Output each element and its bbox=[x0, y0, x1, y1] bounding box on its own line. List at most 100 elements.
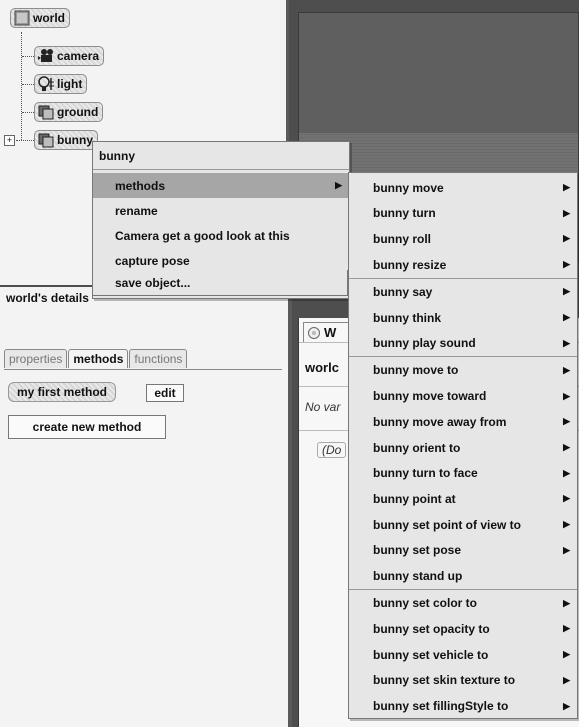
world-icon bbox=[13, 10, 31, 26]
submenu-arrow-icon: ▶ bbox=[563, 623, 570, 634]
submenu-item[interactable]: bunny roll ▶ bbox=[349, 226, 577, 251]
menu-item-label: rename bbox=[115, 203, 158, 218]
submenu-item[interactable]: bunny think ▶ bbox=[349, 305, 577, 330]
radio-icon bbox=[308, 326, 320, 339]
submenu-item[interactable]: bunny set point of view to ▶ bbox=[349, 512, 577, 537]
menu-item-camera-look[interactable]: Camera get a good look at this bbox=[93, 223, 349, 248]
submenu-item[interactable]: bunny resize ▶ bbox=[349, 252, 577, 277]
context-menu-tail: save object... bbox=[92, 270, 348, 296]
tree-connector bbox=[21, 32, 22, 140]
object-icon bbox=[37, 132, 55, 148]
submenu-item[interactable]: bunny set opacity to ▶ bbox=[349, 616, 577, 641]
submenu-arrow-icon: ▶ bbox=[563, 649, 570, 660]
tree-node-label: ground bbox=[57, 105, 99, 119]
submenu-item-label: bunny set pose bbox=[373, 543, 462, 558]
submenu-item[interactable]: bunny stand up bbox=[349, 564, 577, 589]
submenu-arrow-icon: ▶ bbox=[563, 390, 570, 401]
menu-item-label: methods bbox=[115, 178, 166, 193]
submenu-arrow-icon: ▶ bbox=[563, 442, 570, 452]
submenu-item-label: bunny resize bbox=[373, 257, 447, 272]
submenu-arrow-icon: ▶ bbox=[563, 259, 570, 270]
submenu-arrow-icon: ▶ bbox=[563, 286, 570, 297]
submenu-arrow-icon: ▶ bbox=[563, 233, 570, 244]
submenu-arrow-icon: ▶ bbox=[563, 312, 570, 322]
submenu-item[interactable]: bunny set color to ▶ bbox=[349, 591, 577, 616]
submenu-arrow-icon: ▶ bbox=[563, 493, 570, 504]
tree-node-world[interactable]: world bbox=[10, 8, 70, 28]
submenu-item-label: bunny set fillingStyle to bbox=[373, 699, 509, 713]
submenu-item[interactable]: bunny turn ▶ bbox=[349, 201, 577, 226]
editor-tab-label: W bbox=[324, 325, 337, 340]
submenu-arrow-icon: ▶ bbox=[563, 416, 570, 427]
submenu-arrow-icon: ▶ bbox=[563, 337, 570, 348]
details-tabs: properties methods functions bbox=[4, 349, 188, 368]
tree-node-label: light bbox=[57, 77, 83, 91]
submenu-arrow-icon: ▶ bbox=[563, 467, 570, 478]
submenu-item-label: bunny say bbox=[373, 284, 433, 299]
tab-methods[interactable]: methods bbox=[68, 349, 129, 368]
submenu-item-label: bunny set vehicle to bbox=[373, 647, 489, 662]
submenu-item[interactable]: bunny move to ▶ bbox=[349, 358, 577, 383]
edit-button[interactable]: edit bbox=[146, 384, 184, 402]
menu-item-label: save object... bbox=[115, 276, 191, 290]
tree-node-ground[interactable]: ground bbox=[34, 102, 104, 122]
submenu-item-label: bunny stand up bbox=[373, 569, 463, 583]
tree-node-label: camera bbox=[57, 49, 100, 63]
submenu-item-label: bunny orient to bbox=[373, 440, 461, 455]
object-icon bbox=[37, 104, 55, 120]
submenu-item-label: bunny move toward bbox=[373, 389, 487, 404]
submenu-arrow-icon: ▶ bbox=[563, 544, 570, 555]
submenu-arrow-icon: ▶ bbox=[563, 207, 570, 218]
submenu-arrow-icon: ▶ bbox=[335, 180, 342, 190]
submenu-item[interactable]: bunny move toward ▶ bbox=[349, 384, 577, 409]
submenu-item-label: bunny set skin texture to bbox=[373, 673, 516, 688]
submenu-item[interactable]: bunny set fillingStyle to ▶ bbox=[349, 694, 577, 719]
submenu-item-label: bunny roll bbox=[373, 231, 431, 246]
submenu-arrow-icon: ▶ bbox=[563, 700, 570, 711]
method-tile[interactable]: my first method bbox=[8, 382, 117, 402]
submenu-item-label: bunny think bbox=[373, 310, 441, 325]
tree-node-light[interactable]: light bbox=[34, 74, 88, 94]
tree-node-camera[interactable]: camera bbox=[34, 46, 105, 66]
menu-item-save-object[interactable]: save object... bbox=[93, 270, 347, 296]
details-title: world's details bbox=[6, 291, 89, 305]
submenu-item-label: bunny point at bbox=[373, 491, 456, 506]
menu-item-methods[interactable]: methods ▶ bbox=[93, 173, 349, 198]
submenu-item[interactable]: bunny point at ▶ bbox=[349, 486, 577, 511]
submenu-item[interactable]: bunny say ▶ bbox=[349, 279, 577, 304]
menu-item-rename[interactable]: rename bbox=[93, 198, 349, 223]
submenu-item[interactable]: bunny turn to face ▶ bbox=[349, 461, 577, 486]
do-in-order-block[interactable]: (Do bbox=[317, 442, 347, 458]
submenu-item-label: bunny move away from bbox=[373, 414, 507, 429]
submenu-item[interactable]: bunny move away from ▶ bbox=[349, 409, 577, 434]
submenu-arrow-icon: ▶ bbox=[563, 519, 570, 530]
tree-node-label: world bbox=[33, 11, 65, 25]
expand-toggle-icon[interactable]: + bbox=[4, 135, 15, 146]
context-menu-title: bunny bbox=[93, 142, 349, 170]
no-variables-label: No var bbox=[305, 400, 341, 414]
submenu-item[interactable]: bunny set vehicle to ▶ bbox=[349, 642, 577, 667]
submenu-item-label: bunny set opacity to bbox=[373, 621, 490, 636]
menu-item-label: capture pose bbox=[115, 253, 190, 268]
tab-functions[interactable]: functions bbox=[129, 349, 188, 368]
light-icon bbox=[37, 76, 55, 92]
submenu-item[interactable]: bunny orient to ▶ bbox=[349, 435, 577, 460]
tree-node-bunny[interactable]: bunny bbox=[34, 130, 98, 150]
submenu-item-label: bunny move bbox=[373, 180, 444, 195]
submenu-item[interactable]: bunny set pose ▶ bbox=[349, 538, 577, 563]
camera-icon bbox=[37, 48, 55, 64]
menu-item-label: Camera get a good look at this bbox=[115, 228, 290, 243]
tab-properties[interactable]: properties bbox=[4, 349, 68, 368]
submenu-item-label: bunny set point of view to bbox=[373, 517, 521, 532]
submenu-arrow-icon: ▶ bbox=[563, 364, 570, 375]
tree-connector bbox=[16, 140, 36, 141]
tab-divider bbox=[4, 369, 282, 370]
details-panel: world's details properties methods funct… bbox=[0, 287, 292, 727]
submenu-item[interactable]: bunny move ▶ bbox=[349, 175, 577, 200]
submenu-arrow-icon: ▶ bbox=[563, 674, 570, 685]
submenu-item[interactable]: bunny play sound ▶ bbox=[349, 331, 577, 356]
submenu-item-label: bunny play sound bbox=[373, 336, 476, 351]
create-new-method-button[interactable]: create new method bbox=[8, 415, 166, 439]
submenu-item-label: bunny set color to bbox=[373, 596, 478, 611]
submenu-item[interactable]: bunny set skin texture to ▶ bbox=[349, 668, 577, 693]
